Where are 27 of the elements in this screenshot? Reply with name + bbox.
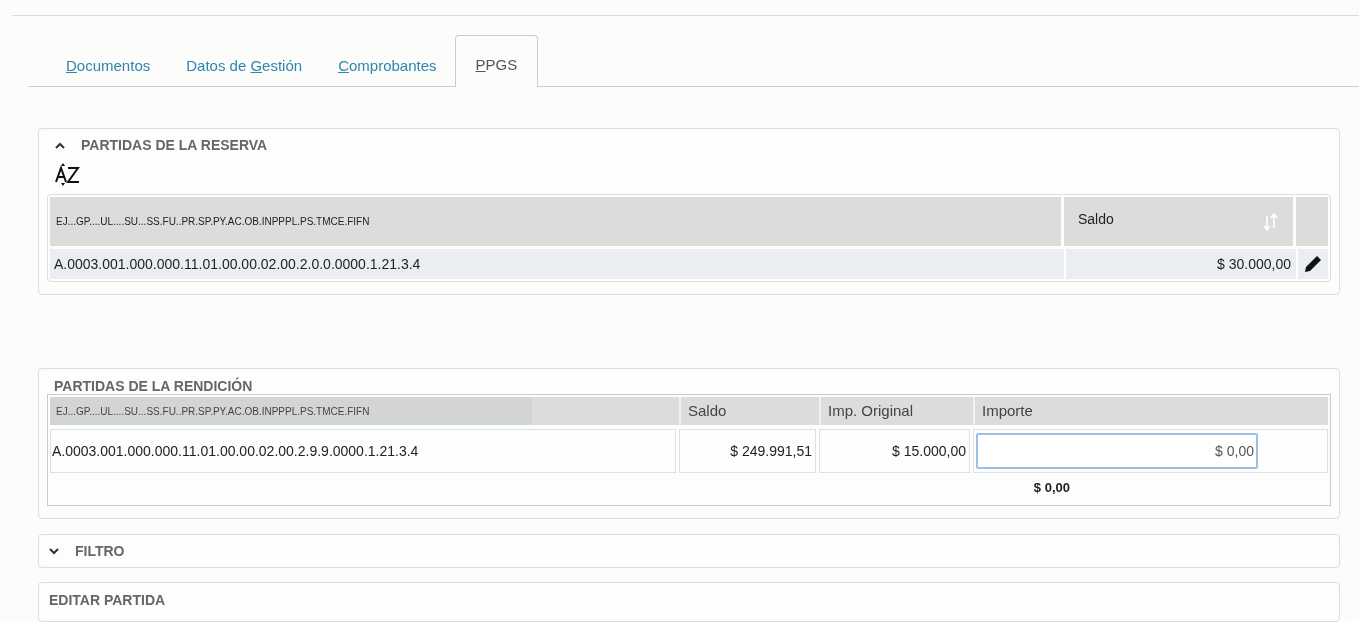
- column-header[interactable]: EJ...GP....UL....SU...SS.FU..PR.SP.PY.AC.OB.INPPPL.PS.TMCE.FIFN: [50, 397, 532, 425]
- column-header[interactable]: Saldo: [1078, 209, 1114, 230]
- table-cell: A.0003.001.000.000.11.01.00.00.02.00.2.9.9.0000.1.21.3.4: [50, 429, 676, 473]
- column-header: [1296, 197, 1328, 246]
- column-header[interactable]: EJ...GP....UL....SU...SS.FU..PR.SP.PY.AC.OB.INPPPL.PS.TMCE.FIFN: [50, 197, 1061, 246]
- tab[interactable]: Comprobantes: [320, 46, 455, 86]
- table-row[interactable]: A.0003.001.000.000.11.01.00.00.02.00.2.0.0.0000.1.21.3.4 $ 30.000,00: [50, 249, 1328, 279]
- chevron-up-icon[interactable]: [55, 142, 65, 149]
- tab[interactable]: Documentos: [48, 46, 169, 86]
- pencil-icon[interactable]: [1303, 254, 1323, 274]
- section-title: EDITAR PARTIDA: [49, 592, 166, 608]
- section-title: PARTIDAS DE LA RESERVA: [81, 136, 268, 155]
- section-title: FILTRO: [75, 541, 125, 561]
- table-cell-text: A.0003.001.000.000.11.01.00.00.02.00.2.0.0.0000.1.21.3.4: [53, 254, 422, 274]
- column-header[interactable]: Imp. Original: [819, 397, 970, 425]
- table-cell: $ 15.000,00: [819, 429, 970, 473]
- amount-input[interactable]: $ 0,00: [976, 433, 1258, 469]
- tab[interactable]: Datos de Gestión: [168, 46, 321, 86]
- sort-az-icon[interactable]: [55, 162, 81, 186]
- total-amount: $ 0,00: [1033, 479, 1070, 498]
- section-title: PARTIDAS DE LA RENDICIÓN: [54, 378, 253, 394]
- column-header[interactable]: Saldo: [679, 397, 816, 425]
- chevron-down-icon[interactable]: [49, 547, 59, 555]
- table-cell: $ 249.991,51: [679, 429, 816, 473]
- tab[interactable]: PPGS: [454, 35, 539, 87]
- column-header[interactable]: Importe: [973, 397, 1328, 425]
- table-cell: $ 30.000,00: [1064, 249, 1293, 279]
